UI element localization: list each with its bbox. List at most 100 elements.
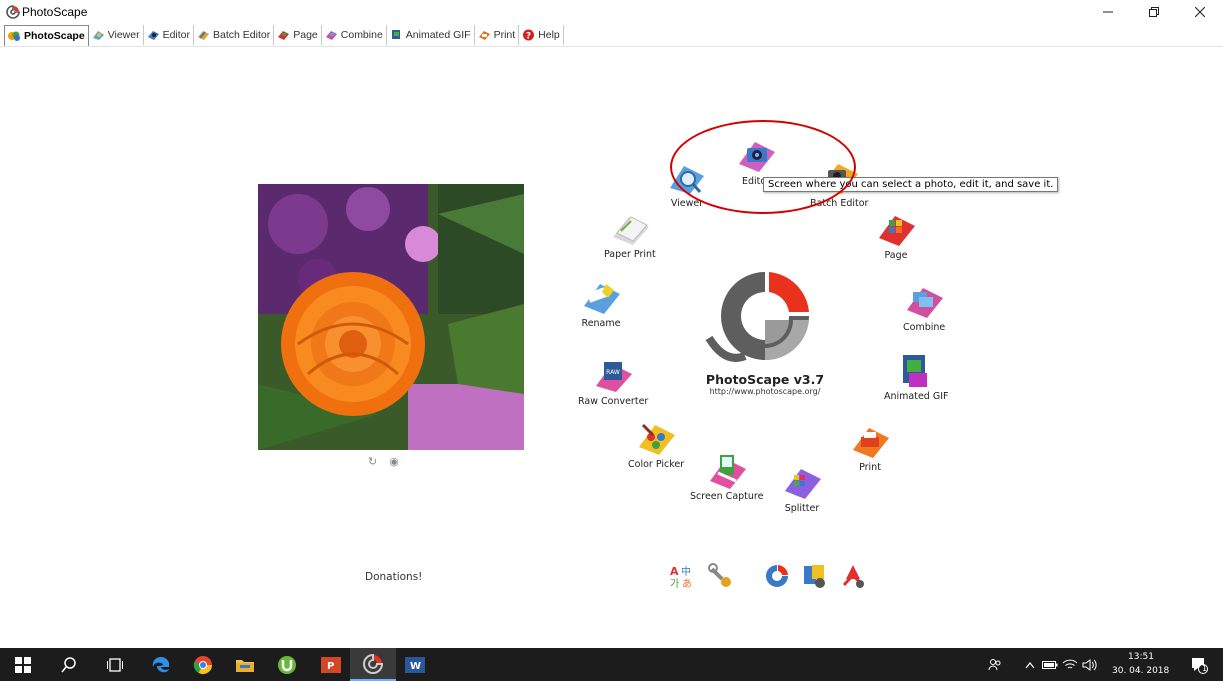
menu-print[interactable]: Print — [849, 424, 891, 473]
svg-text:?: ? — [526, 32, 531, 42]
window-title: PhotoScape — [22, 5, 88, 19]
page-icon — [278, 31, 290, 40]
svg-text:P: P — [327, 661, 334, 672]
view-icon[interactable]: ◉ — [389, 455, 399, 468]
tab-label: Animated GIF — [405, 29, 471, 41]
speaker-icon — [1082, 658, 1097, 671]
menu-rename[interactable]: Rename — [580, 280, 622, 329]
tab-page[interactable]: Page — [274, 25, 322, 45]
photo-effect-icon[interactable] — [840, 563, 866, 589]
tab-help[interactable]: ? Help — [519, 25, 564, 45]
taskbar-photoscape[interactable] — [350, 648, 396, 681]
task-view-icon — [107, 657, 123, 672]
menu-raw-converter[interactable]: RAW Raw Converter — [578, 358, 648, 407]
taskbar-edge[interactable] — [138, 648, 184, 681]
menu-label: Rename — [581, 318, 621, 329]
volume-button[interactable] — [1080, 648, 1100, 681]
task-view-button[interactable] — [92, 648, 138, 681]
help-icon: ? — [523, 29, 535, 42]
menu-label: Color Picker — [628, 459, 685, 470]
tab-label: Help — [538, 29, 560, 41]
batch-editor-icon — [198, 31, 210, 40]
menu-screen-capture[interactable]: Screen Capture — [690, 453, 763, 502]
search-button[interactable] — [46, 648, 92, 681]
taskbar-chrome[interactable] — [180, 648, 226, 681]
menu-label: Page — [884, 250, 908, 261]
taskbar-file-explorer[interactable] — [222, 648, 268, 681]
close-button[interactable] — [1177, 0, 1223, 24]
tab-animated-gif[interactable]: Animated GIF — [387, 25, 475, 45]
windows-taskbar: P W 13:51 30. 04. 2018 1 — [0, 648, 1223, 681]
tab-batch-editor[interactable]: Batch Editor — [194, 25, 275, 45]
tab-label: Batch Editor — [213, 29, 271, 41]
tab-viewer[interactable]: Viewer — [89, 25, 144, 45]
chrome-icon — [193, 655, 212, 674]
photo-preview[interactable] — [258, 184, 524, 450]
chevron-up-icon — [1025, 661, 1035, 668]
logo-title: PhotoScape v3.7 — [705, 372, 825, 387]
settings-wrench-icon[interactable] — [708, 563, 734, 589]
photo-tools: ↻ ◉ — [368, 455, 399, 468]
editor-tooltip: Screen where you can select a photo, edi… — [763, 177, 1059, 192]
menu-page[interactable]: Page — [875, 212, 917, 261]
animated-gif-icon — [903, 355, 928, 387]
clock-date[interactable]: 30. 04. 2018 — [1112, 666, 1169, 676]
people-button[interactable] — [980, 648, 1010, 681]
wifi-button[interactable] — [1060, 648, 1080, 681]
viewer-icon — [92, 31, 104, 40]
edge-icon — [152, 656, 170, 672]
start-button[interactable] — [0, 648, 46, 681]
menu-combine[interactable]: Combine — [903, 284, 945, 333]
battery-button[interactable] — [1040, 648, 1060, 681]
svg-text:RAW: RAW — [606, 369, 620, 376]
print-icon — [853, 428, 889, 458]
action-center-button[interactable]: 1 — [1176, 648, 1222, 681]
rename-icon — [584, 284, 620, 314]
donations-link[interactable]: Donations! — [365, 571, 422, 583]
tab-label: Editor — [162, 29, 191, 41]
screen-capture-icon — [709, 455, 746, 489]
menu-color-picker[interactable]: Color Picker — [628, 421, 684, 470]
menu-paper-print[interactable]: Paper Print — [604, 211, 656, 260]
menu-splitter[interactable]: Splitter — [781, 465, 823, 514]
battery-icon — [1042, 660, 1058, 669]
tab-combine[interactable]: Combine — [322, 25, 387, 45]
wifi-icon — [1062, 659, 1078, 668]
taskbar-powerpoint[interactable]: P — [308, 648, 354, 681]
tab-label: Combine — [340, 29, 383, 41]
clock-time[interactable]: 13:51 — [1128, 652, 1154, 662]
language-icon[interactable]: A 中가 あ — [670, 563, 696, 589]
tab-divider — [0, 46, 1223, 47]
editor-icon — [739, 142, 775, 172]
folder-icon — [236, 659, 254, 672]
tab-label: Page — [293, 29, 318, 41]
word-icon: W — [405, 656, 425, 673]
menu-label: Viewer — [670, 198, 704, 209]
paper-print-icon — [612, 216, 649, 245]
logo-url[interactable]: http://www.photoscape.org/ — [690, 387, 840, 396]
taskbar-utorrent[interactable] — [264, 648, 310, 681]
taskbar-word[interactable]: W — [392, 648, 438, 681]
close-icon — [1195, 7, 1205, 17]
tab-photoscape[interactable]: PhotoScape — [4, 24, 89, 46]
svg-text:あ: あ — [682, 578, 692, 589]
tab-print[interactable]: Print — [475, 25, 520, 45]
main-tab-bar: PhotoScape Viewer Editor Batch Editor Pa… — [4, 24, 564, 46]
minimize-button[interactable] — [1085, 0, 1131, 24]
photo-tool-icon[interactable] — [802, 563, 828, 589]
minimize-icon — [1103, 11, 1113, 13]
restore-button[interactable] — [1131, 0, 1177, 24]
tab-label: Print — [493, 29, 516, 41]
menu-animated-gif[interactable]: Animated GIF — [884, 353, 948, 402]
photoscape-update-icon[interactable] — [764, 563, 790, 589]
rotate-icon[interactable]: ↻ — [368, 455, 377, 468]
tab-editor[interactable]: Editor — [144, 25, 195, 45]
menu-label: Combine — [903, 322, 946, 333]
show-hidden-icons-button[interactable] — [1020, 648, 1040, 681]
combine-icon — [907, 288, 944, 318]
utorrent-icon — [278, 655, 296, 674]
windows-icon — [15, 656, 31, 673]
menu-viewer[interactable]: Viewer — [666, 160, 708, 209]
photoscape-app-icon — [6, 5, 20, 19]
svg-text:가: 가 — [670, 578, 679, 589]
